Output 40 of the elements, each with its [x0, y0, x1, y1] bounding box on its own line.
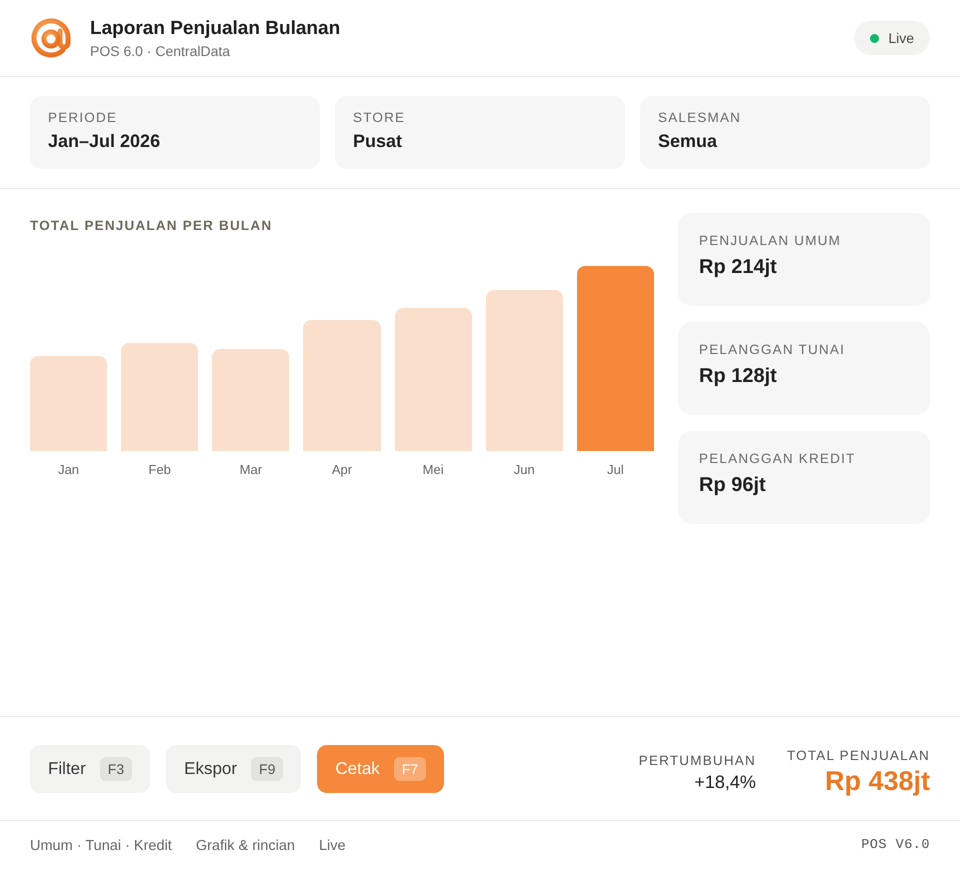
shortcut-key: F9 — [251, 756, 284, 780]
at-sign-logo-icon — [30, 17, 72, 59]
month-label: Apr — [332, 462, 352, 477]
growth-label: PERTUMBUHAN — [638, 753, 756, 768]
footer-text: Grafik & rincian — [196, 838, 295, 854]
action-button[interactable]: Filter F3 — [30, 744, 150, 792]
stat-label: PELANGGAN KREDIT — [699, 451, 856, 466]
month-label: Feb — [148, 462, 171, 477]
filter-label: PERIODE — [48, 110, 118, 125]
total-value: Rp 438jt — [824, 766, 930, 797]
month-label: Mei — [422, 462, 444, 477]
month-label: Jul — [607, 462, 624, 477]
filter-label: STORE — [353, 110, 406, 125]
filter-value: Semua — [658, 131, 718, 152]
growth-value: +18,4% — [694, 772, 756, 793]
report-title: Laporan Penjualan Bulanan — [90, 18, 342, 40]
filter-label: SALESMAN — [658, 110, 742, 125]
footer-text: Umum · Tunai · Kredit — [30, 838, 172, 854]
month-label: Jan — [58, 462, 80, 477]
chart-title: TOTAL PENJUALAN PER BULAN — [30, 218, 274, 233]
stat-label: PELANGGAN TUNAI — [699, 342, 846, 357]
status-label: Live — [888, 30, 914, 46]
filter-value: Pusat — [353, 131, 404, 152]
report-subtitle: POS 6.0 · CentralData — [90, 42, 232, 58]
filter-card[interactable]: PERIODE Jan–Jul 2026 — [30, 96, 320, 169]
stat-value: Rp 214jt — [699, 256, 778, 279]
total-label: TOTAL PENJUALAN — [786, 748, 930, 763]
stat-value: Rp 96jt — [699, 474, 767, 497]
month-label: Mar — [240, 462, 262, 477]
stat-label: PENJUALAN UMUM — [699, 233, 842, 248]
action-button[interactable]: Ekspor F9 — [166, 744, 302, 792]
version-label: POS V6.0 — [861, 838, 930, 853]
shortcut-key: F3 — [100, 756, 132, 780]
month-label: Jun — [514, 462, 535, 477]
filter-card[interactable]: STORE Pusat — [335, 96, 625, 169]
footer-text: Live — [318, 838, 346, 854]
filter-value: Jan–Jul 2026 — [48, 131, 162, 152]
stat-value: Rp 128jt — [699, 365, 778, 388]
filter-card[interactable]: SALESMAN Semua — [640, 96, 930, 169]
shortcut-key: F7 — [394, 756, 426, 780]
